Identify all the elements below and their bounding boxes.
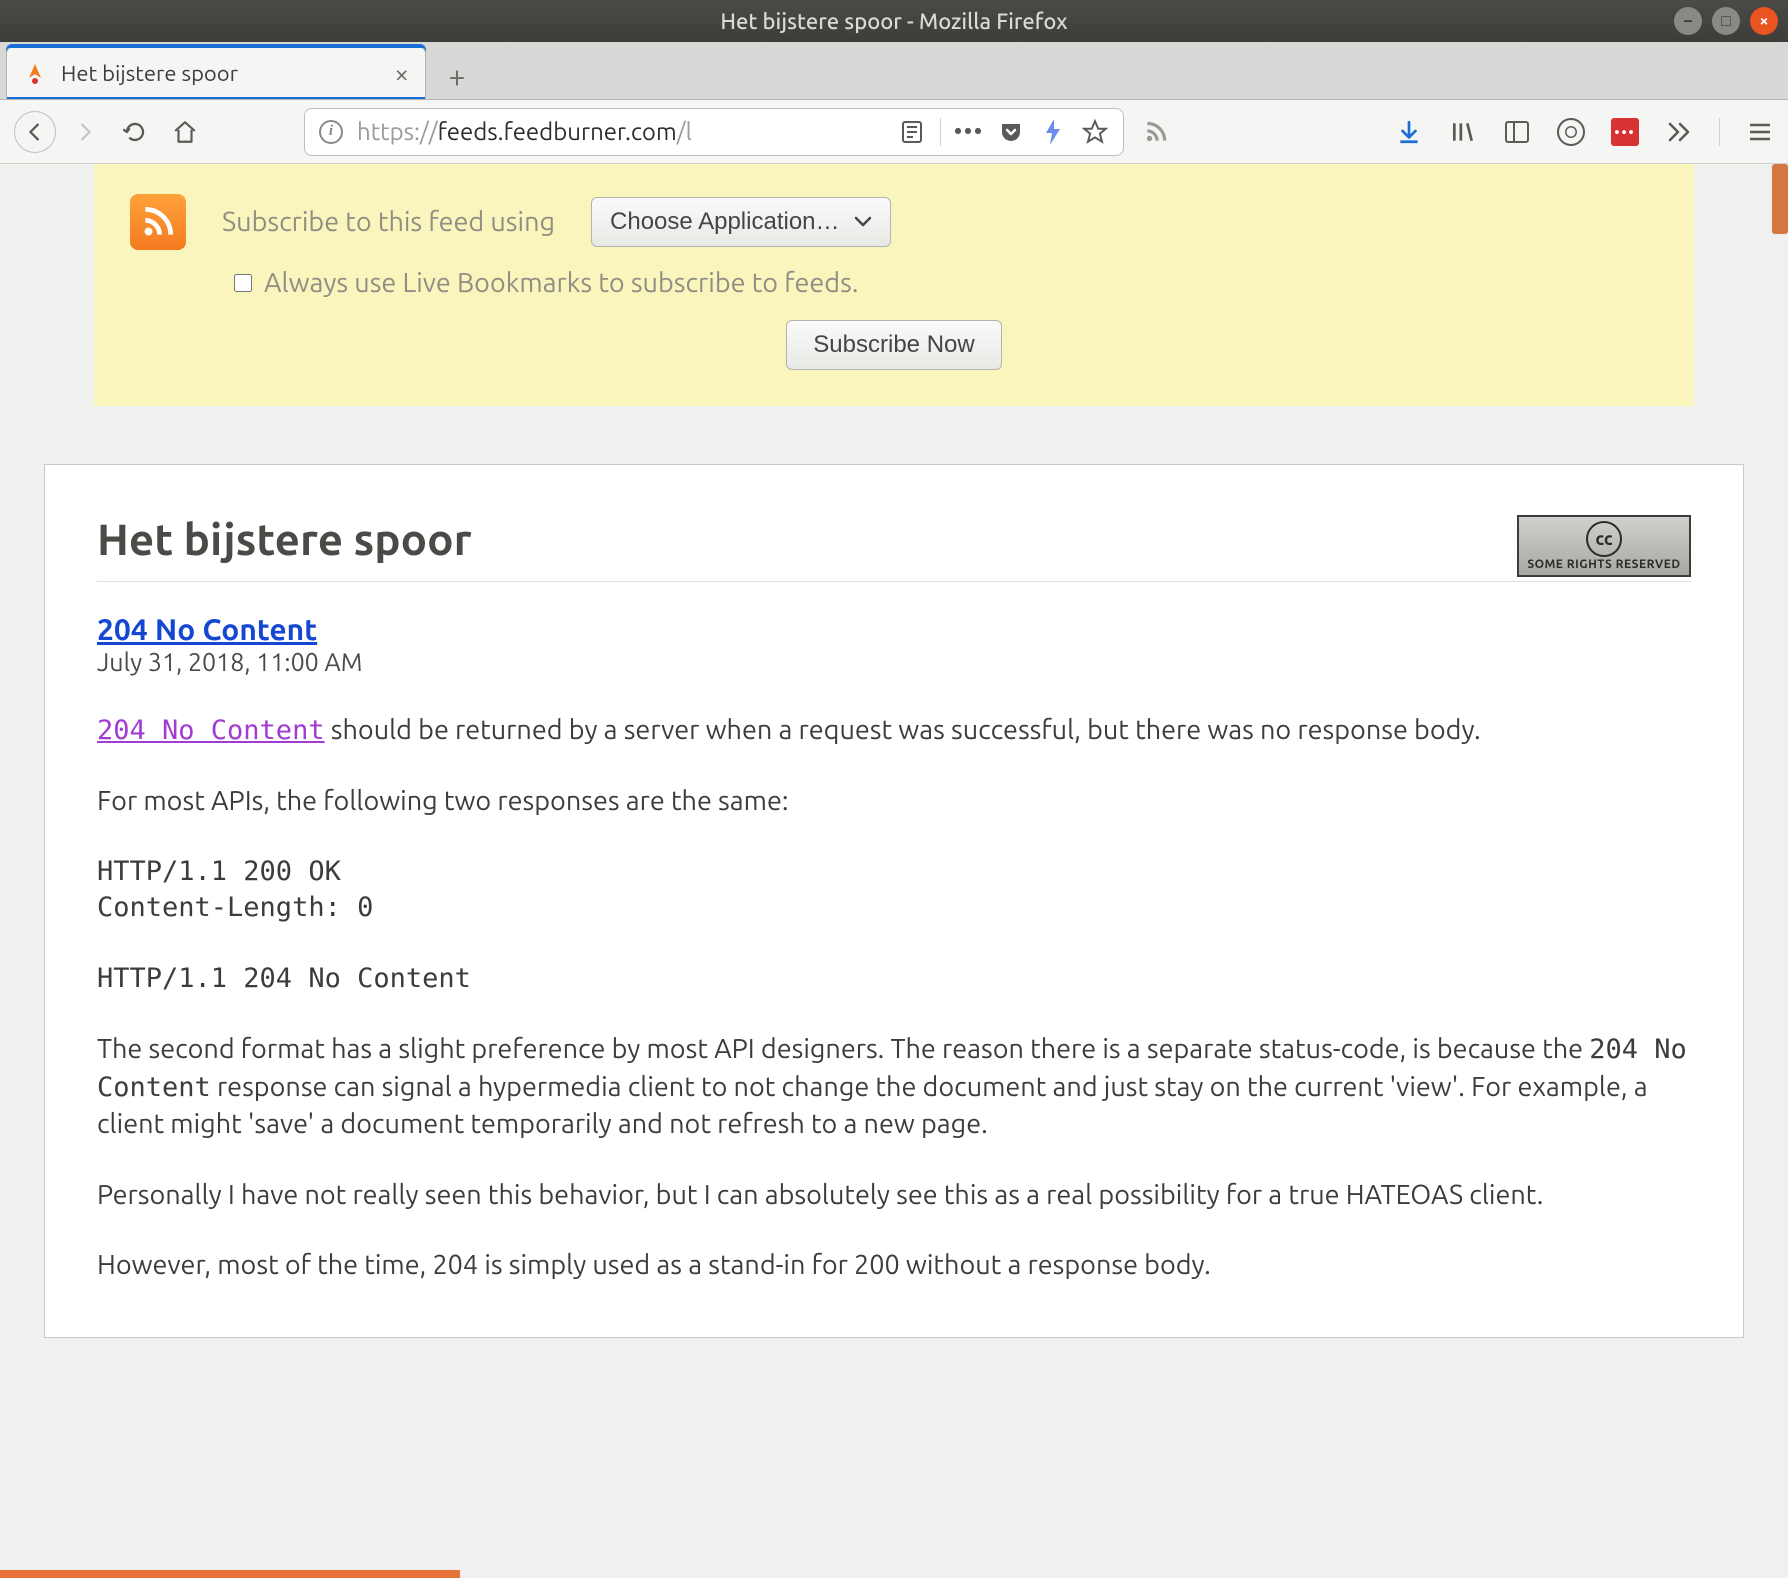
url-domain: feeds.feedburner.com — [438, 118, 677, 145]
cc-label: SOME RIGHTS RESERVED — [1527, 558, 1680, 571]
feed-title: Het bijstere spoor — [97, 515, 472, 564]
entry-title: 204 No Content — [97, 612, 1691, 646]
reload-button[interactable] — [114, 111, 156, 153]
hamburger-menu-icon[interactable] — [1746, 118, 1774, 146]
lightning-icon[interactable] — [1039, 118, 1067, 146]
window-close-button[interactable]: × — [1750, 7, 1778, 35]
entry-paragraph: For most APIs, the following two respons… — [97, 783, 1691, 819]
url-protocol: https:// — [357, 118, 438, 145]
library-icon[interactable] — [1449, 118, 1477, 146]
downloads-icon[interactable] — [1395, 118, 1423, 146]
choose-application-label: Choose Application… — [610, 208, 839, 236]
inline-link-204[interactable]: 204 No Content — [97, 715, 325, 746]
nav-toolbar: i https://feeds.feedburner.com/l ••• — [0, 100, 1788, 164]
entry-paragraph: However, most of the time, 204 is simply… — [97, 1247, 1691, 1283]
entry-code-block: HTTP/1.1 200 OK Content-Length: 0 — [97, 854, 1691, 927]
reader-mode-icon[interactable] — [898, 118, 926, 146]
rss-toolbar-icon[interactable] — [1142, 118, 1170, 146]
site-info-icon[interactable]: i — [319, 120, 343, 144]
new-tab-button[interactable]: + — [434, 53, 480, 99]
chevron-down-icon — [854, 216, 872, 228]
home-button[interactable] — [164, 111, 206, 153]
scrollbar-thumb[interactable] — [1772, 164, 1788, 234]
separator — [1719, 118, 1720, 146]
choose-application-dropdown[interactable]: Choose Application… — [591, 197, 890, 247]
entry-date: July 31, 2018, 11:00 AM — [97, 648, 1691, 676]
tab-close-button[interactable]: × — [394, 59, 409, 88]
entry-title-link[interactable]: 204 No Content — [97, 612, 317, 646]
entry-code-block: HTTP/1.1 204 No Content — [97, 961, 1691, 997]
code-line: HTTP/1.1 200 OK — [97, 856, 341, 887]
entry-text: should be returned by a server when a re… — [325, 715, 1481, 745]
forward-button[interactable] — [64, 111, 106, 153]
entry-text: The second format has a slight preferenc… — [97, 1034, 1589, 1064]
pocket-icon[interactable] — [997, 118, 1025, 146]
window-controls: – □ × — [1674, 7, 1778, 35]
tab-title: Het bijstere spoor — [61, 61, 380, 86]
entry-paragraph: The second format has a slight preferenc… — [97, 1031, 1691, 1142]
tab-strip: Het bijstere spoor × + — [0, 42, 1788, 100]
bookmark-star-icon[interactable] — [1081, 118, 1109, 146]
tracking-protection-icon[interactable] — [1557, 118, 1585, 146]
entry-paragraph: Personally I have not really seen this b… — [97, 1177, 1691, 1213]
cc-icon: cc — [1586, 521, 1622, 557]
entry-body: 204 No Content should be returned by a s… — [97, 712, 1691, 1283]
sidebar-icon[interactable] — [1503, 118, 1531, 146]
tab-favicon-icon — [23, 62, 47, 86]
url-path: /l — [677, 118, 692, 145]
window-maximize-button[interactable]: □ — [1712, 7, 1740, 35]
entry-paragraph: 204 No Content should be returned by a s… — [97, 712, 1691, 749]
separator — [940, 118, 941, 146]
subscribe-now-button[interactable]: Subscribe Now — [786, 320, 1001, 370]
feed-content-card: Het bijstere spoor cc SOME RIGHTS RESERV… — [44, 464, 1744, 1338]
extension-badge-icon[interactable]: ••• — [1611, 118, 1639, 146]
entry-text: response can signal a hypermedia client … — [97, 1072, 1648, 1139]
window-title: Het bijstere spoor - Mozilla Firefox — [720, 9, 1067, 34]
page-actions-icon[interactable]: ••• — [955, 118, 983, 146]
browser-tab[interactable]: Het bijstere spoor × — [6, 47, 426, 99]
bottom-progress-bar — [0, 1570, 460, 1578]
overflow-icon[interactable] — [1665, 118, 1693, 146]
always-use-label: Always use Live Bookmarks to subscribe t… — [264, 268, 858, 298]
always-use-checkbox[interactable] — [234, 274, 252, 292]
url-text: https://feeds.feedburner.com/l — [357, 118, 884, 145]
subscribe-label: Subscribe to this feed using — [222, 207, 555, 237]
window-minimize-button[interactable]: – — [1674, 7, 1702, 35]
cc-license-badge[interactable]: cc SOME RIGHTS RESERVED — [1517, 515, 1691, 577]
toolbar-right: ••• — [1395, 118, 1774, 146]
rss-icon — [130, 194, 186, 250]
back-button[interactable] — [14, 111, 56, 153]
code-line: Content-Length: 0 — [97, 892, 373, 923]
page-viewport: Subscribe to this feed using Choose Appl… — [0, 164, 1788, 1578]
feed-header: Het bijstere spoor cc SOME RIGHTS RESERV… — [97, 515, 1691, 582]
window-titlebar: Het bijstere spoor - Mozilla Firefox – □… — [0, 0, 1788, 42]
feed-subscribe-box: Subscribe to this feed using Choose Appl… — [94, 164, 1694, 406]
url-bar[interactable]: i https://feeds.feedburner.com/l ••• — [304, 108, 1124, 156]
